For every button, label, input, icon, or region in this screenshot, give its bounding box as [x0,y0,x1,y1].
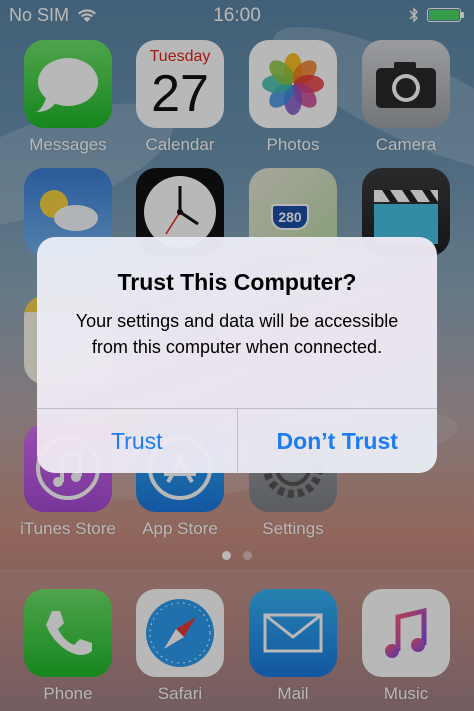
trust-button[interactable]: Trust [37,409,237,473]
alert-title: Trust This Computer? [117,269,357,295]
alert-button-row: Trust Don’t Trust [37,408,437,473]
trust-computer-alert: Trust This Computer? Your settings and d… [37,237,437,473]
alert-message: Your settings and data will be accessibl… [75,311,399,357]
dont-trust-button[interactable]: Don’t Trust [236,409,438,473]
